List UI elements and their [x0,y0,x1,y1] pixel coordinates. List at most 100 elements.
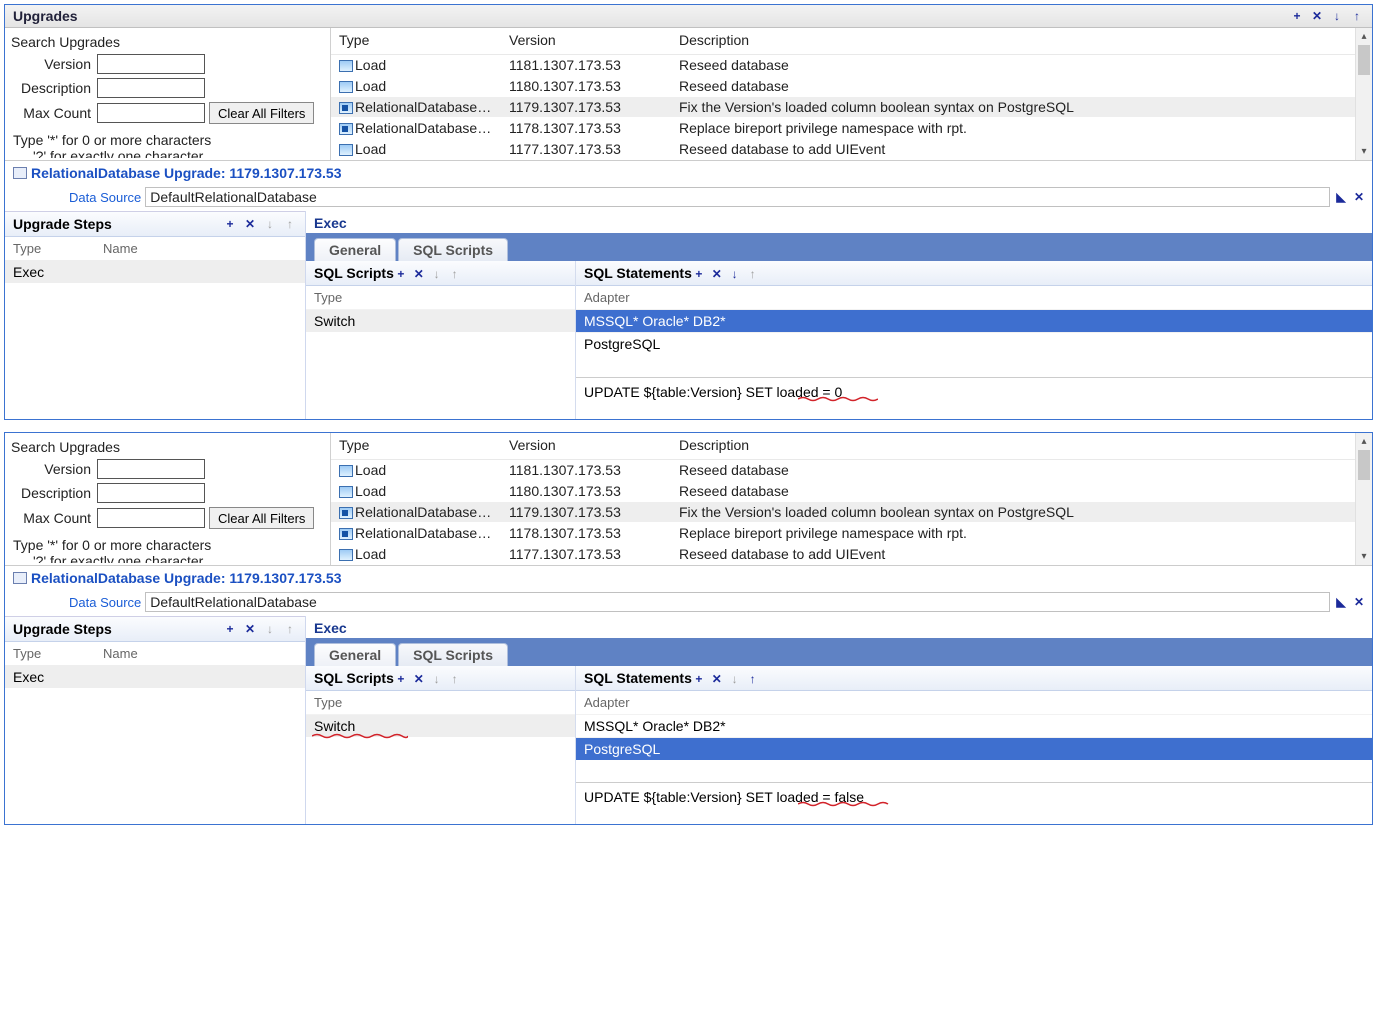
add-icon[interactable]: + [692,672,706,686]
tab-strip: General SQL Scripts [306,233,1372,261]
close-icon[interactable]: ✕ [1310,9,1324,23]
database-icon [13,167,27,179]
grid-scrollbar[interactable]: ▴ ▾ [1355,28,1372,160]
clear-filters-button[interactable]: Clear All Filters [209,507,314,529]
scroll-thumb[interactable] [1358,45,1370,75]
steps-row[interactable]: Exec [5,666,305,688]
data-source-field[interactable]: DefaultRelationalDatabase [145,592,1330,612]
scroll-thumb[interactable] [1358,450,1370,480]
table-row[interactable]: Load1180.1307.173.53Reseed database [331,76,1372,97]
description-input[interactable] [97,483,205,503]
upgrades-grid-pane: Type Version Description Load1181.1307.1… [330,433,1372,565]
adapter-row[interactable]: MSSQL* Oracle* DB2* [576,309,1372,332]
grid-scrollbar[interactable]: ▴ ▾ [1355,433,1372,565]
table-row[interactable]: Load1181.1307.173.53Reseed database [331,55,1372,76]
add-icon[interactable]: + [394,672,408,686]
close-icon[interactable]: ✕ [412,267,426,281]
maxcount-input[interactable] [97,508,205,528]
table-row[interactable]: Load1177.1307.173.53Reseed database to a… [331,139,1372,160]
col-type[interactable]: Type [331,28,501,55]
table-row[interactable]: RelationalDatabaseUp...1178.1307.173.53R… [331,523,1372,544]
upgrades-grid[interactable]: Type Version Description Load1181.1307.1… [331,433,1372,565]
add-icon[interactable]: + [223,217,237,231]
sql-scripts-pane: SQL Scripts + ✕ ↓ ↑ Type Switch [306,666,576,824]
arrow-up-icon: ↑ [746,267,760,281]
arrow-down-icon[interactable]: ↓ [1330,9,1344,23]
search-title: Search Upgrades [11,34,324,50]
upgrade-steps-title: Upgrade Steps [13,216,112,232]
table-row[interactable]: Load1177.1307.173.53Reseed database to a… [331,544,1372,565]
adapter-row[interactable]: PostgreSQL [576,737,1372,760]
col-type[interactable]: Type [331,433,501,460]
tab-sql-scripts[interactable]: SQL Scripts [398,238,508,261]
steps-row[interactable]: Exec [5,261,305,283]
col-version[interactable]: Version [501,433,671,460]
upgrade-steps-pane: Upgrade Steps + ✕ ↓ ↑ Type Name Exec [5,616,305,824]
data-source-label: Data Source [5,595,145,610]
script-row[interactable]: Switch [306,309,575,332]
close-icon[interactable]: ✕ [710,672,724,686]
close-icon[interactable]: ✕ [243,217,257,231]
sql-text-area[interactable]: UPDATE ${table:Version} SET loaded = 0 [576,377,1372,419]
search-hint-2: '?' for exactly one character [11,148,324,158]
sql-text-area[interactable]: UPDATE ${table:Version} SET loaded = fal… [576,782,1372,824]
close-icon[interactable]: ✕ [412,672,426,686]
exec-pane: Exec General SQL Scripts SQL Scripts + ✕… [305,211,1372,419]
upgrade-detail-title: RelationalDatabase Upgrade: 1179.1307.17… [31,570,342,586]
clear-filters-button[interactable]: Clear All Filters [209,102,314,124]
table-row[interactable]: RelationalDatabaseUp...1179.1307.173.53F… [331,502,1372,523]
steps-col-type: Type [13,241,103,256]
table-row[interactable]: RelationalDatabaseUp...1178.1307.173.53R… [331,118,1372,139]
col-description[interactable]: Description [671,28,1372,55]
tab-general[interactable]: General [314,643,396,666]
version-input[interactable] [97,459,205,479]
description-input[interactable] [97,78,205,98]
scroll-down-icon[interactable]: ▾ [1356,548,1372,565]
script-row[interactable]: Switch [306,714,575,737]
arrow-up-icon: ↑ [448,672,462,686]
table-row[interactable]: Load1181.1307.173.53Reseed database [331,460,1372,481]
arrow-down-icon: ↓ [263,622,277,636]
maxcount-label: Max Count [11,105,97,121]
arrow-down-icon: ↓ [430,267,444,281]
dropdown-icon[interactable]: ◣ [1334,595,1348,609]
arrow-up-icon: ↑ [448,267,462,281]
data-source-field[interactable]: DefaultRelationalDatabase [145,187,1330,207]
load-icon [339,144,353,156]
add-icon[interactable]: + [223,622,237,636]
arrow-up-icon[interactable]: ↑ [746,672,760,686]
clear-icon[interactable]: ✕ [1352,595,1366,609]
table-row[interactable]: Load1180.1307.173.53Reseed database [331,481,1372,502]
maxcount-input[interactable] [97,103,205,123]
close-icon[interactable]: ✕ [243,622,257,636]
clear-icon[interactable]: ✕ [1352,190,1366,204]
upgrades-grid[interactable]: Type Version Description Load1181.1307.1… [331,28,1372,160]
arrow-down-icon[interactable]: ↓ [728,267,742,281]
version-input[interactable] [97,54,205,74]
description-label: Description [11,485,97,501]
add-icon[interactable]: + [692,267,706,281]
tab-general[interactable]: General [314,238,396,261]
error-underline-icon [798,801,890,807]
col-version[interactable]: Version [501,28,671,55]
error-underline-icon [798,396,878,402]
search-pane: Search Upgrades Version Description Max … [5,433,330,565]
adapter-row[interactable]: PostgreSQL [576,332,1372,355]
scroll-up-icon[interactable]: ▴ [1356,433,1372,450]
upgrade-steps-title: Upgrade Steps [13,621,112,637]
col-description[interactable]: Description [671,433,1372,460]
add-icon[interactable]: + [1290,9,1304,23]
scroll-up-icon[interactable]: ▴ [1356,28,1372,45]
tab-sql-scripts[interactable]: SQL Scripts [398,643,508,666]
scroll-down-icon[interactable]: ▾ [1356,143,1372,160]
close-icon[interactable]: ✕ [710,267,724,281]
table-row[interactable]: RelationalDatabaseUp...1179.1307.173.53F… [331,97,1372,118]
arrow-down-icon: ↓ [430,672,444,686]
arrow-up-icon[interactable]: ↑ [1350,9,1364,23]
dropdown-icon[interactable]: ◣ [1334,190,1348,204]
steps-col-name: Name [103,241,138,256]
adapter-row[interactable]: MSSQL* Oracle* DB2* [576,714,1372,737]
description-label: Description [11,80,97,96]
sql-statements-title: SQL Statements [584,670,692,686]
add-icon[interactable]: + [394,267,408,281]
